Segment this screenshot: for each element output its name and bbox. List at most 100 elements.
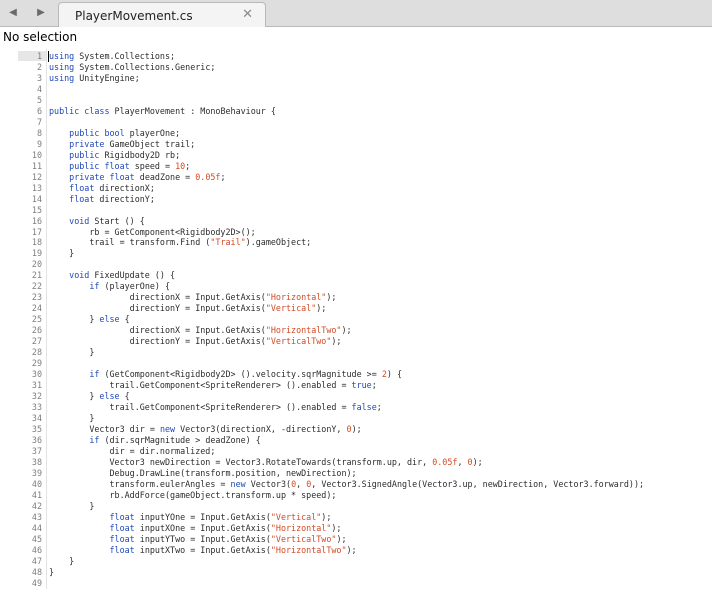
code-token: "HorizontalTwo" (270, 544, 347, 555)
line-number: 1 (36, 51, 42, 61)
line-text: Vector3 newDirection = Vector3.RotateTow… (49, 457, 483, 468)
code-line[interactable]: 35 Vector3 dir = new Vector3(directionX,… (0, 423, 362, 435)
code-line[interactable]: 36 if (dir.sqrMagnitude > deadZone) { (0, 435, 261, 446)
line-number: 23 (31, 292, 42, 303)
line-number: 25 (31, 314, 42, 325)
code-line[interactable]: 3 using UnityEngine; (0, 73, 140, 84)
code-token: ); (326, 292, 337, 303)
line-text: directionY = Input.GetAxis("Vertical"); (49, 303, 327, 314)
code-line[interactable]: 22 if (playerOne) { (0, 281, 170, 292)
line-number: 40 (31, 478, 42, 489)
code-line[interactable]: 42 } (0, 501, 94, 512)
code-line[interactable]: 14 float directionY; (0, 193, 155, 205)
code-line[interactable]: 31 trail.GetComponent<SpriteRenderer> ()… (0, 380, 377, 391)
line-text: float directionY; (49, 194, 155, 205)
line-text: private float deadZone = 0.05f; (49, 172, 225, 183)
code-line[interactable]: 34 } (0, 413, 94, 424)
code-line[interactable]: 40 transform.eulerAngles = new Vector3(0… (0, 478, 644, 490)
line-number: 24 (31, 303, 42, 314)
line-number: 30 (31, 369, 42, 380)
code-line[interactable]: 44 float inputXOne = Input.GetAxis("Hori… (0, 523, 342, 534)
code-line[interactable]: 25 } else { (0, 314, 130, 325)
code-line[interactable]: 48} (0, 567, 54, 578)
code-token: float (109, 533, 135, 544)
code-line[interactable]: 2 using System.Collections.Generic; (0, 61, 215, 73)
line-number: 2 (36, 61, 42, 72)
code-token: } (49, 500, 95, 511)
line-number: 33 (31, 402, 42, 412)
code-line[interactable]: 38 Vector3 newDirection = Vector3.Rotate… (0, 457, 483, 468)
line-text: private GameObject trail; (49, 139, 195, 150)
code-line[interactable]: 16 void Start () { (0, 216, 145, 227)
code-lines[interactable]: 1 using System.Collections; 2 using System.… (0, 51, 644, 589)
code-line[interactable]: 17 rb = GetComponent<Rigidbody2D>(); (0, 227, 256, 238)
line-number: 47 (31, 555, 42, 566)
code-line[interactable]: 11 public float speed = 10; (0, 161, 190, 172)
line-number: 13 (31, 182, 42, 193)
back-button[interactable]: ◀ (4, 4, 22, 22)
code-token: using (49, 61, 75, 72)
code-token: inputYTwo = Input.GetAxis( (134, 533, 271, 544)
line-number: 14 (31, 193, 42, 204)
code-line[interactable]: 43 float inputYOne = Input.GetAxis("Vert… (0, 512, 331, 523)
line-number: 46 (31, 544, 42, 555)
code-token: Vector3 dir = (49, 423, 160, 434)
code-line[interactable]: 8 public bool playerOne; (0, 128, 180, 139)
code-token: ); (351, 423, 362, 434)
code-line[interactable]: 9 private GameObject trail; (0, 139, 195, 150)
forward-button[interactable]: ▶ (32, 4, 50, 22)
code-line[interactable]: 23 directionX = Input.GetAxis("Horizonta… (0, 292, 337, 303)
line-text: using System.Collections; (49, 51, 175, 62)
code-line[interactable]: 29 (0, 358, 42, 369)
code-line[interactable]: 4 (0, 84, 42, 95)
code-line[interactable]: 37 dir = dir.normalized; (0, 446, 216, 457)
tab-playermovement[interactable]: PlayerMovement.cs ✕ (58, 2, 266, 27)
code-token: } (49, 347, 95, 358)
code-line[interactable]: 24 directionY = Input.GetAxis("Vertical"… (0, 303, 326, 314)
code-line[interactable]: 33 trail.GetComponent<SpriteRenderer> ()… (0, 402, 382, 413)
code-line[interactable]: 19 } (0, 248, 74, 259)
code-line[interactable]: 46 float inputXTwo = Input.GetAxis("Hori… (0, 544, 357, 556)
code-token: float (69, 182, 95, 193)
line-number: 35 (31, 423, 42, 434)
code-line[interactable]: 49 (0, 578, 42, 589)
code-line[interactable]: 5 (0, 95, 42, 106)
code-line[interactable]: 15 (0, 205, 42, 216)
code-token: rb = GetComponent<Rigidbody2D>(); (49, 226, 256, 237)
code-line[interactable]: 28 } (0, 347, 94, 358)
code-token: directionY = Input.GetAxis( (49, 303, 266, 314)
line-number: 10 (31, 149, 42, 160)
code-line[interactable]: 30 if (GetComponent<Rigidbody2D> ().velo… (0, 369, 402, 380)
code-line[interactable]: 12 private float deadZone = 0.05f; (0, 171, 226, 183)
code-token: ); (331, 522, 342, 533)
code-line[interactable]: 6 public class PlayerMovement : MonoBehav… (0, 106, 276, 117)
code-line[interactable]: 41 rb.AddForce(gameObject.transform.up *… (0, 490, 337, 501)
code-token: directionX = Input.GetAxis( (49, 292, 266, 303)
code-line[interactable]: 18 trail = transform.Find ("Trail").game… (0, 237, 311, 248)
code-line[interactable]: 21 void FixedUpdate () { (0, 270, 175, 281)
code-line[interactable]: 1 using System.Collections; (0, 51, 175, 62)
code-line[interactable]: 7 (0, 117, 42, 128)
code-line[interactable]: 26 directionX = Input.GetAxis("Horizonta… (0, 325, 352, 336)
line-number: 22 (31, 281, 42, 292)
code-token: { (119, 314, 130, 325)
code-token: ); (336, 533, 347, 544)
close-icon[interactable]: ✕ (242, 7, 253, 22)
code-line[interactable]: 32 } else { (0, 391, 130, 402)
code-line[interactable]: 10 public Rigidbody2D rb; (0, 149, 180, 161)
code-token: System.Collections.Generic; (74, 61, 216, 72)
line-text: transform.eulerAngles = new Vector3(0, 0… (49, 479, 645, 490)
code-line[interactable]: 20 (0, 259, 42, 270)
code-line[interactable]: 45 float inputYTwo = Input.GetAxis("Vert… (0, 534, 347, 545)
code-line[interactable]: 27 directionY = Input.GetAxis("VerticalT… (0, 336, 342, 347)
code-line[interactable]: 39 Debug.DrawLine(transform.position, ne… (0, 468, 357, 479)
code-line[interactable]: 13 float directionX; (0, 182, 155, 194)
line-number: 12 (31, 171, 42, 182)
code-token: if (89, 281, 100, 292)
line-text: trail.GetComponent<SpriteRenderer> ().en… (49, 402, 382, 413)
code-editor[interactable]: 1 using System.Collections; 2 using System.… (0, 47, 712, 593)
code-line[interactable]: 47 } (0, 555, 74, 567)
